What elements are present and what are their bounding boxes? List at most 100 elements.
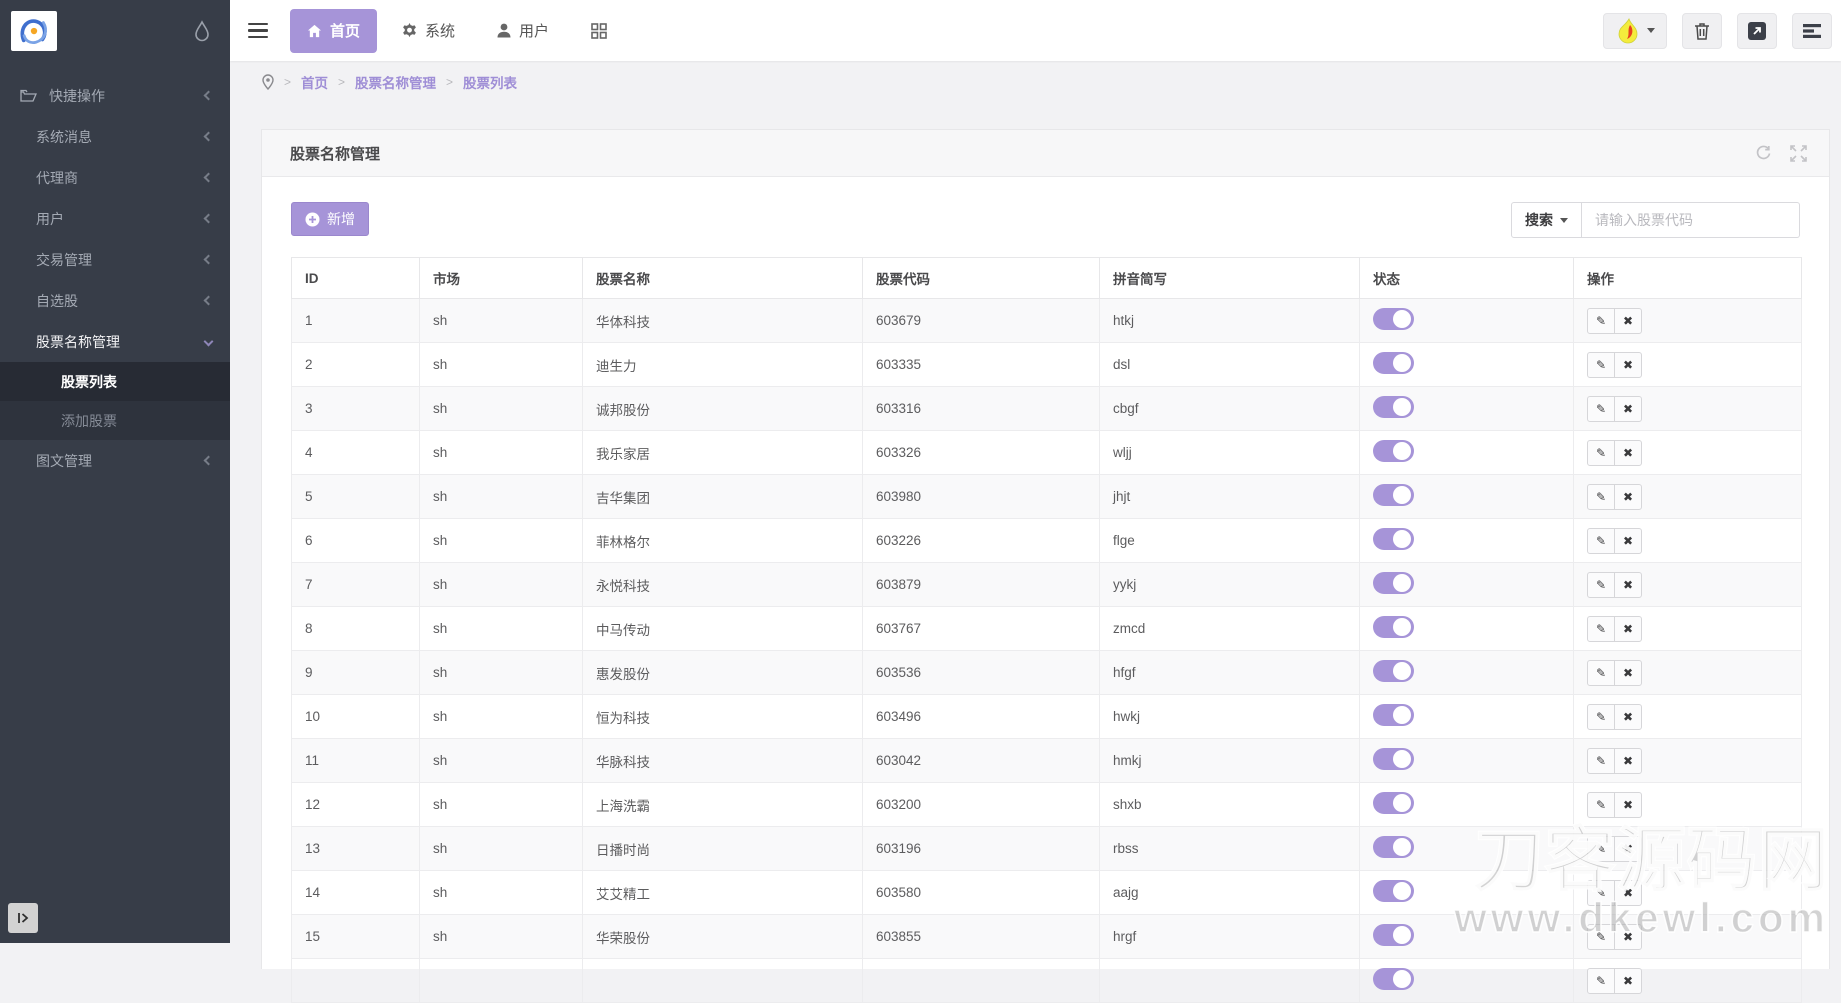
status-toggle[interactable] — [1373, 308, 1414, 330]
flame-avatar-icon — [1616, 18, 1640, 44]
add-button[interactable]: 新增 — [291, 202, 369, 236]
delete-button[interactable]: ✖ — [1614, 968, 1642, 994]
cell-id: 2 — [292, 343, 420, 387]
toggle-knob — [1393, 926, 1411, 944]
sidebar-item[interactable]: 股票名称管理 — [0, 321, 230, 362]
cell-stock-code: 603335 — [863, 343, 1100, 387]
external-link-button[interactable] — [1737, 13, 1777, 49]
delete-button[interactable]: ✖ — [1614, 352, 1642, 378]
status-toggle[interactable] — [1373, 792, 1414, 814]
status-toggle[interactable] — [1373, 748, 1414, 770]
delete-button[interactable]: ✖ — [1614, 528, 1642, 554]
delete-button[interactable]: ✖ — [1614, 308, 1642, 334]
delete-button[interactable]: ✖ — [1614, 616, 1642, 642]
edit-button[interactable]: ✎ — [1587, 968, 1615, 994]
status-toggle[interactable] — [1373, 484, 1414, 506]
search-input[interactable] — [1582, 202, 1800, 238]
edit-button[interactable]: ✎ — [1587, 352, 1615, 378]
delete-button[interactable]: ✖ — [1614, 748, 1642, 774]
nav-item-user[interactable]: 用户 — [480, 9, 566, 53]
sidebar-item[interactable]: 交易管理 — [0, 239, 230, 280]
sidebar-collapse-button[interactable] — [8, 903, 38, 933]
edit-button[interactable]: ✎ — [1587, 572, 1615, 598]
cell-pinyin: rbss — [1100, 827, 1360, 871]
status-toggle[interactable] — [1373, 616, 1414, 638]
right-panel-button[interactable] — [1792, 13, 1832, 49]
user-avatar-dropdown[interactable] — [1603, 13, 1667, 49]
cell-stock-code: 603200 — [863, 783, 1100, 827]
sidebar-subitem[interactable]: 股票列表 — [0, 362, 230, 401]
nav-item-home[interactable]: 首页 — [290, 9, 377, 53]
sidebar-item[interactable]: 用户 — [0, 198, 230, 239]
delete-button[interactable]: ✖ — [1614, 880, 1642, 906]
search-dropdown-button[interactable]: 搜索 — [1511, 202, 1582, 238]
sidebar-item[interactable]: 系统消息 — [0, 116, 230, 157]
status-toggle[interactable] — [1373, 396, 1414, 418]
edit-button[interactable]: ✎ — [1587, 660, 1615, 686]
breadcrumb-home[interactable]: 首页 — [301, 72, 328, 92]
water-drop-icon[interactable] — [194, 20, 210, 42]
edit-button[interactable]: ✎ — [1587, 704, 1615, 730]
status-toggle[interactable] — [1373, 968, 1414, 990]
edit-button[interactable]: ✎ — [1587, 528, 1615, 554]
cell-actions: ✎ ✖ — [1574, 871, 1802, 915]
edit-button[interactable]: ✎ — [1587, 396, 1615, 422]
status-toggle[interactable] — [1373, 572, 1414, 594]
trash-icon — [1694, 22, 1710, 40]
sidebar-subitem[interactable]: 添加股票 — [0, 401, 230, 440]
cell-status — [1360, 475, 1574, 519]
edit-button[interactable]: ✎ — [1587, 880, 1615, 906]
chevron-left-icon — [204, 173, 214, 183]
nav-item-apps[interactable] — [574, 9, 624, 53]
cell-market: sh — [420, 299, 583, 343]
status-toggle[interactable] — [1373, 352, 1414, 374]
status-toggle[interactable] — [1373, 528, 1414, 550]
breadcrumb-stock-list[interactable]: 股票列表 — [463, 72, 517, 92]
delete-button[interactable]: ✖ — [1614, 792, 1642, 818]
delete-button[interactable]: ✖ — [1614, 396, 1642, 422]
cell-id: 7 — [292, 563, 420, 607]
cell-actions: ✎ ✖ — [1574, 387, 1802, 431]
edit-button[interactable]: ✎ — [1587, 792, 1615, 818]
toggle-knob — [1393, 618, 1411, 636]
edit-button[interactable]: ✎ — [1587, 616, 1615, 642]
cell-stock-name: 中马传动 — [583, 607, 863, 651]
trash-button[interactable] — [1682, 13, 1722, 49]
edit-button[interactable]: ✎ — [1587, 836, 1615, 862]
cell-market: sh — [420, 871, 583, 915]
edit-button[interactable]: ✎ — [1587, 924, 1615, 950]
cell-market: sh — [420, 827, 583, 871]
chevron-left-icon — [204, 296, 214, 306]
sidebar-item[interactable]: 代理商 — [0, 157, 230, 198]
status-toggle[interactable] — [1373, 660, 1414, 682]
status-toggle[interactable] — [1373, 440, 1414, 462]
chevron-left-icon — [204, 214, 214, 224]
delete-button[interactable]: ✖ — [1614, 484, 1642, 510]
delete-button[interactable]: ✖ — [1614, 572, 1642, 598]
sidebar-item[interactable]: 快捷操作 — [0, 75, 230, 116]
status-toggle[interactable] — [1373, 704, 1414, 726]
delete-button[interactable]: ✖ — [1614, 836, 1642, 862]
table-row: 10 sh 恒为科技 603496 hwkj ✎ ✖ — [292, 695, 1802, 739]
sidebar-item[interactable]: 自选股 — [0, 280, 230, 321]
edit-button[interactable]: ✎ — [1587, 440, 1615, 466]
delete-button[interactable]: ✖ — [1614, 660, 1642, 686]
search-group: 搜索 — [1511, 202, 1800, 238]
navbar-menu: 首页 系统 用户 — [290, 9, 624, 53]
nav-item-system[interactable]: 系统 — [385, 9, 472, 53]
edit-button[interactable]: ✎ — [1587, 308, 1615, 334]
edit-button[interactable]: ✎ — [1587, 484, 1615, 510]
refresh-icon[interactable] — [1755, 145, 1772, 162]
delete-button[interactable]: ✖ — [1614, 924, 1642, 950]
app-logo[interactable] — [11, 11, 57, 51]
menu-toggle-icon[interactable] — [248, 23, 268, 39]
fullscreen-icon[interactable] — [1790, 145, 1807, 162]
delete-button[interactable]: ✖ — [1614, 704, 1642, 730]
edit-button[interactable]: ✎ — [1587, 748, 1615, 774]
delete-button[interactable]: ✖ — [1614, 440, 1642, 466]
logo-swirl-icon — [17, 16, 51, 46]
status-toggle[interactable] — [1373, 880, 1414, 902]
sidebar-item[interactable]: 图文管理 — [0, 440, 230, 481]
status-toggle[interactable] — [1373, 836, 1414, 858]
breadcrumb-stock-name-mgmt[interactable]: 股票名称管理 — [355, 72, 436, 92]
